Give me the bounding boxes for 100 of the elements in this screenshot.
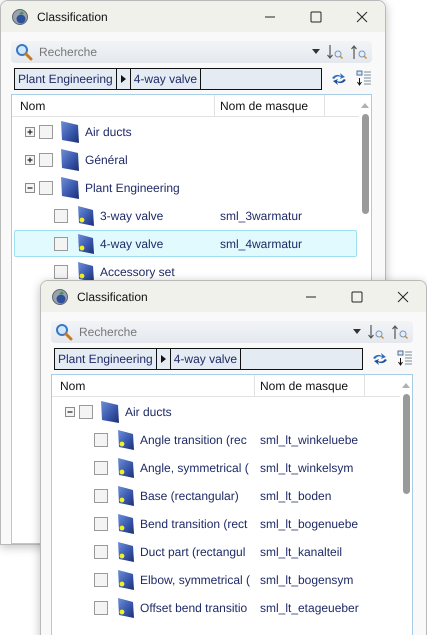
- mask-name: sml_lt_bogensym: [259, 572, 354, 586]
- find-up-icon[interactable]: [350, 43, 368, 61]
- checkbox[interactable]: [54, 236, 68, 250]
- maximize-icon: [351, 290, 363, 302]
- tree-list-icon[interactable]: [397, 350, 413, 368]
- column-header[interactable]: Nom de masque: [255, 375, 365, 396]
- tree-row[interactable]: 3-way valve sml_3warmatur: [14, 202, 357, 229]
- tree-row[interactable]: Base (rectangular) sml_lt_boden: [54, 482, 398, 509]
- checkbox[interactable]: [94, 572, 108, 586]
- item-name: Offset bend transitio: [140, 600, 248, 614]
- breadcrumb-item[interactable]: 4-way valve: [170, 349, 242, 369]
- search-bar[interactable]: Recherche: [51, 321, 413, 343]
- checkbox[interactable]: [54, 264, 68, 278]
- triangle-right-icon: [160, 355, 166, 363]
- item-name: 4-way valve: [100, 236, 164, 250]
- tree-row[interactable]: Plant Engineering: [14, 174, 357, 201]
- tree-row[interactable]: Général: [14, 146, 357, 173]
- checkbox[interactable]: [94, 516, 108, 530]
- scrollbar-thumb[interactable]: [402, 394, 410, 494]
- close-icon: [397, 290, 409, 302]
- tree-row[interactable]: Duct part (rectangul sml_lt_kanalteil: [54, 538, 398, 565]
- expand-icon[interactable]: [25, 154, 35, 164]
- item-name: Base (rectangular): [140, 488, 239, 502]
- checkbox[interactable]: [39, 180, 53, 194]
- checkbox[interactable]: [94, 600, 108, 614]
- class-group-icon: [60, 176, 80, 200]
- mask-name: sml_lt_boden: [259, 488, 332, 502]
- checkbox[interactable]: [94, 544, 108, 558]
- class-item-icon: [77, 260, 95, 282]
- column-header[interactable]: Nom: [52, 375, 255, 396]
- scroll-up-icon[interactable]: [402, 383, 410, 388]
- class-item-icon: [117, 596, 135, 618]
- tree-row[interactable]: Angle, symmetrical ( sml_lt_winkelsym: [54, 454, 398, 481]
- class-item-icon: [77, 204, 95, 226]
- maximize-icon: [310, 10, 322, 22]
- search-field[interactable]: Recherche: [79, 325, 347, 339]
- tree-row[interactable]: Air ducts: [54, 398, 398, 425]
- checkbox[interactable]: [94, 488, 108, 502]
- search-icon: [15, 43, 33, 61]
- window-title: Classification: [77, 290, 148, 304]
- column-header[interactable]: Nom: [12, 95, 215, 116]
- mask-name: sml_3warmatur: [219, 208, 304, 222]
- find-up-icon[interactable]: [391, 323, 409, 341]
- dropdown-caret-icon[interactable]: [312, 49, 320, 55]
- dropdown-caret-icon[interactable]: [353, 329, 361, 335]
- tree-row[interactable]: Elbow, symmetrical ( sml_lt_bogensym: [54, 566, 398, 593]
- mask-name: sml_4warmatur: [219, 236, 304, 250]
- class-group-icon: [60, 120, 80, 144]
- item-name: Général: [85, 152, 128, 166]
- find-down-icon[interactable]: [367, 323, 385, 341]
- checkbox[interactable]: [39, 124, 53, 138]
- class-item-icon: [117, 484, 135, 506]
- collapse-icon[interactable]: [25, 182, 35, 192]
- search-field[interactable]: Recherche: [39, 45, 306, 59]
- item-name: Plant Engineering: [85, 180, 180, 194]
- search-icon: [55, 323, 73, 341]
- checkbox[interactable]: [79, 404, 93, 418]
- tree-row[interactable]: Offset bend transitio sml_lt_etageueber: [54, 594, 398, 621]
- tree-list-icon[interactable]: [356, 70, 372, 88]
- tree-row[interactable]: 4-way valve sml_4warmatur: [14, 230, 357, 257]
- scroll-up-icon[interactable]: [361, 103, 369, 108]
- collapse-icon[interactable]: [65, 406, 75, 416]
- tree-row[interactable]: Angle transition (rec sml_lt_winkeluebe: [54, 426, 398, 453]
- expand-icon[interactable]: [25, 126, 35, 136]
- checkbox[interactable]: [94, 432, 108, 446]
- class-item-icon: [77, 232, 95, 254]
- tree-row[interactable]: Accessory set: [14, 258, 357, 285]
- tree-row[interactable]: Air ducts: [14, 118, 357, 145]
- search-bar[interactable]: Recherche: [11, 41, 372, 63]
- item-name: 3-way valve: [100, 208, 164, 222]
- scrollbar-thumb[interactable]: [362, 114, 368, 214]
- item-name: Bend transition (rect: [140, 516, 248, 530]
- mask-name: sml_lt_bogenuebe: [259, 516, 360, 530]
- breadcrumb-item[interactable]: Plant Engineering: [55, 349, 157, 369]
- class-item-icon: [117, 540, 135, 562]
- class-group-icon: [60, 148, 80, 172]
- breadcrumb-item[interactable]: 4-way valve: [130, 69, 202, 89]
- mask-name: sml_lt_etageueber: [259, 600, 360, 614]
- item-name: Accessory set: [100, 264, 175, 278]
- tree-row[interactable]: Bend transition (rect sml_lt_bogenuebe: [54, 510, 398, 537]
- item-name: Air ducts: [85, 124, 132, 138]
- class-item-icon: [117, 456, 135, 478]
- close-icon: [356, 10, 368, 22]
- item-name: Air ducts: [125, 404, 172, 418]
- sync-arrows-icon[interactable]: [330, 71, 348, 87]
- column-header[interactable]: Nom de masque: [215, 95, 325, 116]
- class-item-icon: [117, 428, 135, 450]
- breadcrumb-item[interactable]: Plant Engineering: [15, 69, 117, 89]
- class-item-icon: [117, 512, 135, 534]
- find-down-icon[interactable]: [326, 43, 344, 61]
- class-group-icon: [100, 400, 120, 424]
- class-item-icon: [117, 568, 135, 590]
- checkbox[interactable]: [39, 152, 53, 166]
- item-name: Angle, symmetrical (: [140, 460, 249, 474]
- mask-name: sml_lt_winkeluebe: [259, 432, 360, 446]
- checkbox[interactable]: [54, 208, 68, 222]
- sync-arrows-icon[interactable]: [371, 351, 390, 367]
- checkbox[interactable]: [94, 460, 108, 474]
- window-title: Classification: [37, 10, 108, 24]
- gear-globe-icon: [51, 288, 69, 306]
